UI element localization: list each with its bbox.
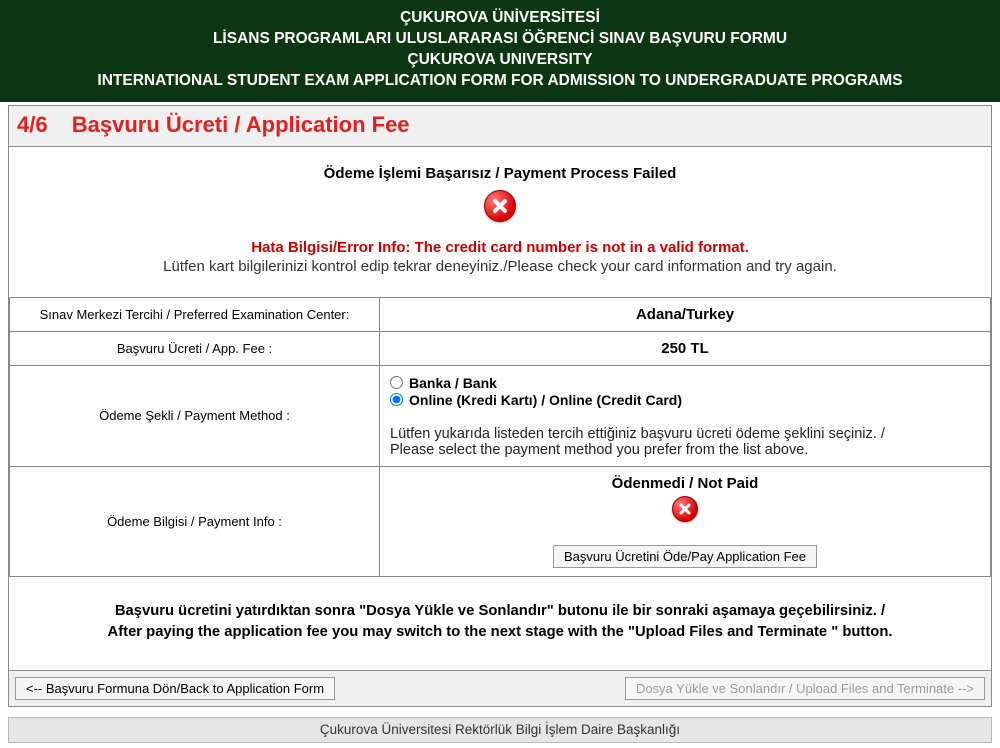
radio-bank-label: Banka / Bank (409, 375, 497, 391)
step-indicator: 4/6 (17, 112, 48, 137)
details-table: Sınav Merkezi Tercihi / Preferred Examin… (9, 297, 991, 577)
section-title-text: Başvuru Ücreti / Application Fee (72, 112, 410, 137)
payment-fail-title: Ödeme İşlemi Başarısız / Payment Process… (29, 165, 971, 182)
nav-row: <-- Başvuru Formuna Dön/Back to Applicat… (9, 670, 991, 706)
footer-bar: Çukurova Üniversitesi Rektörlük Bilgi İş… (8, 717, 992, 743)
error-hint-text: Lütfen kart bilgilerinizi kontrol edip t… (29, 258, 971, 275)
table-row-fee: Başvuru Ücreti / App. Fee : 250 TL (10, 331, 991, 365)
payment-method-bank[interactable]: Banka / Bank (390, 375, 980, 391)
table-row-payment-info: Ödeme Bilgisi / Payment Info : Ödenmedi … (10, 466, 991, 576)
main-panel: 4/6 Başvuru Ücreti / Application Fee Öde… (8, 105, 992, 707)
payment-method-online[interactable]: Online (Kredi Kartı) / Online (Credit Ca… (390, 392, 980, 408)
back-button[interactable]: <-- Başvuru Formuna Dön/Back to Applicat… (15, 677, 335, 700)
instructions-line2: After paying the application fee you may… (39, 622, 961, 643)
method-note: Lütfen yukarıda listeden tercih ettiğini… (390, 426, 980, 458)
fee-label: Başvuru Ücreti / App. Fee : (10, 331, 380, 365)
method-note-line1: Lütfen yukarıda listeden tercih ettiğini… (390, 426, 980, 442)
fee-value: 250 TL (380, 331, 991, 365)
payment-info-label: Ödeme Bilgisi / Payment Info : (10, 466, 380, 576)
payment-info-cell: Ödenmedi / Not Paid Başvuru Ücretini Öde… (380, 466, 991, 576)
table-row-exam-center: Sınav Merkezi Tercihi / Preferred Examin… (10, 297, 991, 331)
instructions-block: Başvuru ücretini yatırdıktan sonra "Dosy… (9, 577, 991, 670)
payment-status-block: Ödeme İşlemi Başarısız / Payment Process… (9, 147, 991, 297)
header-line-2: LİSANS PROGRAMLARI ULUSLARARASI ÖĞRENCİ … (10, 29, 990, 50)
radio-bank[interactable] (390, 376, 403, 389)
payment-status-text: Ödenmedi / Not Paid (390, 475, 980, 492)
header-line-3: ÇUKUROVA UNIVERSITY (10, 50, 990, 71)
radio-online-label: Online (Kredi Kartı) / Online (Credit Ca… (409, 392, 682, 408)
next-button: Dosya Yükle ve Sonlandır / Upload Files … (625, 677, 985, 700)
header-banner: ÇUKUROVA ÜNİVERSİTESİ LİSANS PROGRAMLARI… (0, 0, 1000, 102)
table-row-method: Ödeme Şekli / Payment Method : Banka / B… (10, 365, 991, 466)
method-note-line2: Please select the payment method you pre… (390, 442, 980, 458)
header-line-1: ÇUKUROVA ÜNİVERSİTESİ (10, 8, 990, 29)
pay-application-fee-button[interactable]: Başvuru Ücretini Öde/Pay Application Fee (553, 545, 817, 568)
exam-center-label: Sınav Merkezi Tercihi / Preferred Examin… (10, 297, 380, 331)
header-line-4: INTERNATIONAL STUDENT EXAM APPLICATION F… (10, 71, 990, 92)
radio-online[interactable] (390, 393, 403, 406)
exam-center-value: Adana/Turkey (380, 297, 991, 331)
method-label: Ödeme Şekli / Payment Method : (10, 365, 380, 466)
method-cell: Banka / Bank Online (Kredi Kartı) / Onli… (380, 365, 991, 466)
section-title: 4/6 Başvuru Ücreti / Application Fee (9, 106, 991, 147)
not-paid-icon (672, 496, 698, 522)
error-info-text: Hata Bilgisi/Error Info: The credit card… (29, 239, 971, 256)
instructions-line1: Başvuru ücretini yatırdıktan sonra "Dosy… (39, 601, 961, 622)
error-icon (484, 190, 516, 222)
